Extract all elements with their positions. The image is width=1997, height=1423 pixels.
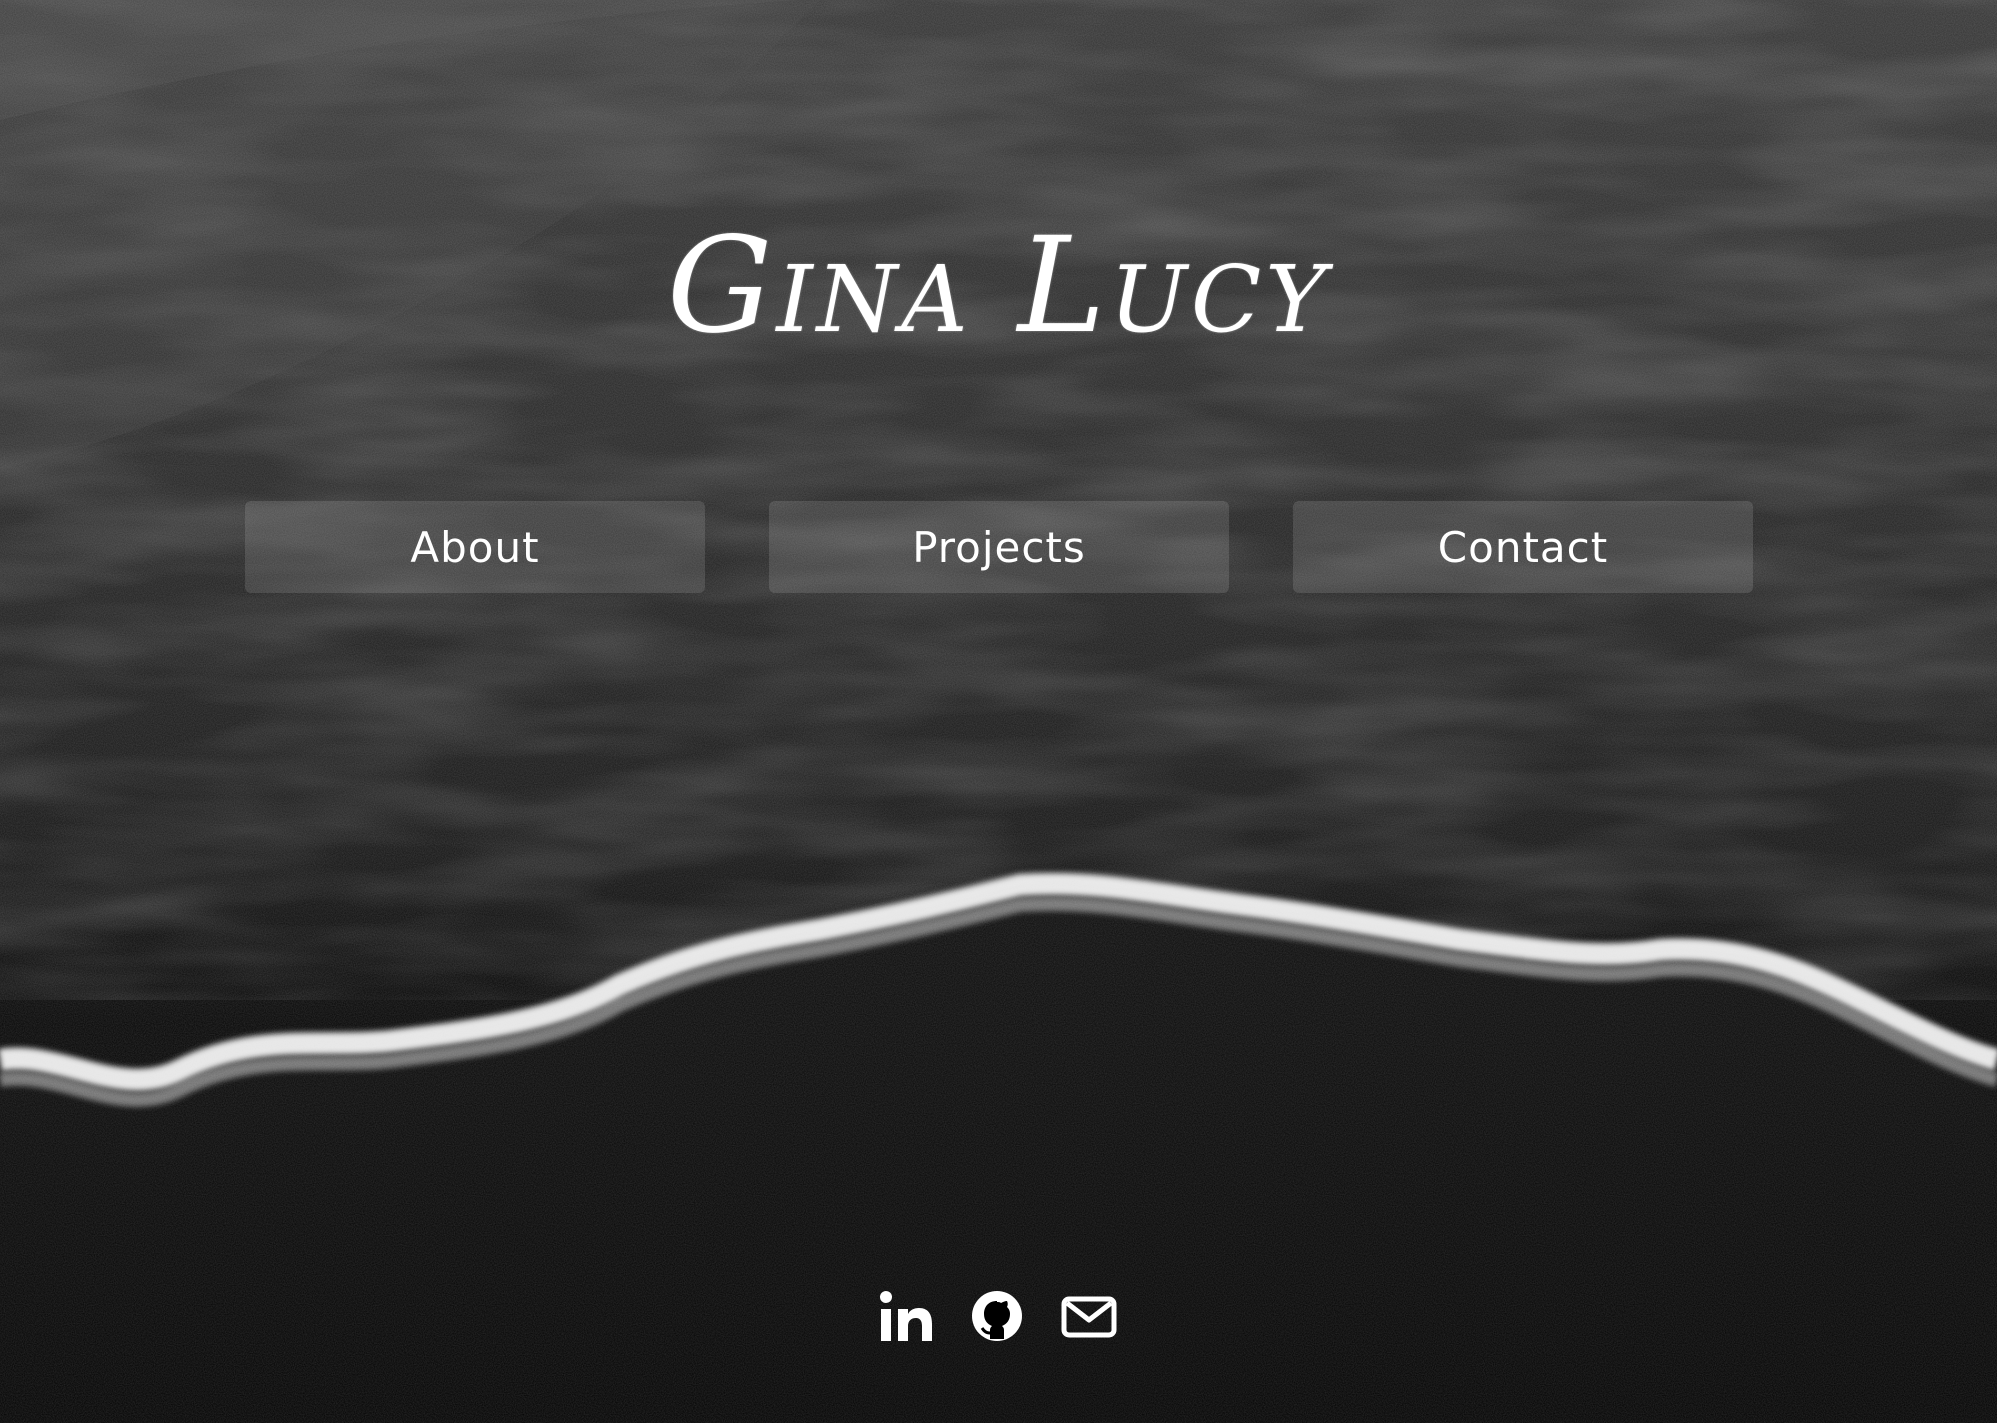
site-title: Gina Lucy bbox=[666, 209, 1330, 363]
github-icon[interactable] bbox=[968, 1287, 1026, 1345]
landing-page: Gina Lucy About Projects Contact bbox=[0, 0, 1997, 1423]
mail-icon[interactable] bbox=[1060, 1287, 1118, 1345]
nav-projects-button[interactable]: Projects bbox=[769, 501, 1229, 593]
main-nav: About Projects Contact bbox=[0, 501, 1997, 593]
linkedin-icon[interactable] bbox=[878, 1287, 936, 1345]
social-links bbox=[0, 1287, 1997, 1347]
nav-contact-button[interactable]: Contact bbox=[1293, 501, 1753, 593]
nav-about-button[interactable]: About bbox=[245, 501, 705, 593]
